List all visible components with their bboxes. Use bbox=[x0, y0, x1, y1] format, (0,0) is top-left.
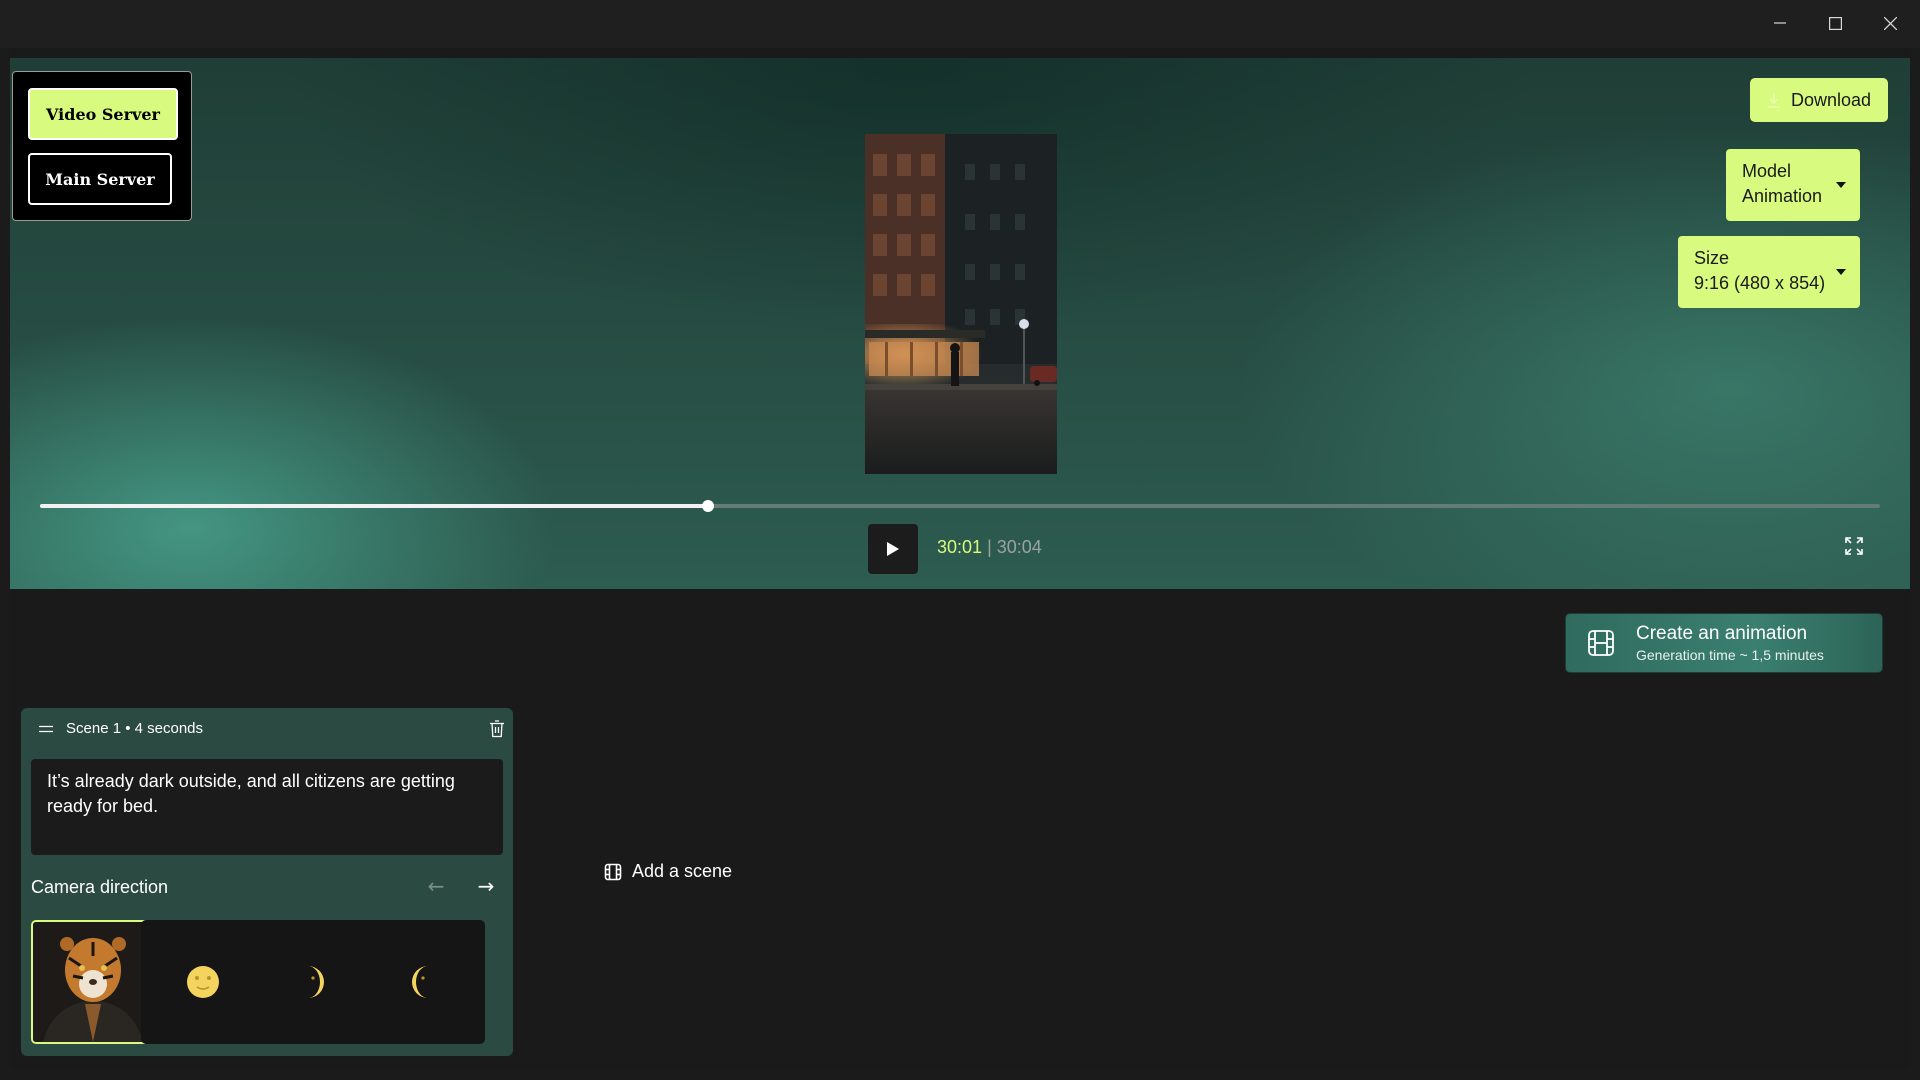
scene-description-input[interactable]: It’s already dark outside, and all citiz… bbox=[31, 759, 503, 855]
download-button[interactable]: Download bbox=[1750, 78, 1888, 122]
fullscreen-icon bbox=[1845, 537, 1863, 555]
video-preview-panel: Video Server Main Server Download Model … bbox=[10, 58, 1910, 589]
camera-direction-carousel bbox=[31, 920, 513, 1046]
video-frame bbox=[865, 134, 1057, 474]
minimize-icon bbox=[1774, 22, 1786, 24]
camera-option-full-moon[interactable] bbox=[141, 920, 265, 1044]
time-display: 30:01 | 30:04 bbox=[937, 537, 1042, 558]
last-quarter-moon-face-icon bbox=[412, 966, 428, 998]
camera-option-tiger[interactable] bbox=[31, 920, 155, 1044]
first-quarter-moon-face-icon bbox=[308, 966, 324, 998]
add-scene-label: Add a scene bbox=[632, 861, 733, 881]
current-time: 30:01 bbox=[937, 537, 983, 557]
app-window: Video Server Main Server Download Model … bbox=[10, 48, 1910, 1070]
full-moon-face-icon bbox=[187, 966, 219, 998]
server-switcher: Video Server Main Server bbox=[12, 71, 192, 221]
camera-option-quarter-moon[interactable] bbox=[251, 920, 375, 1044]
play-button[interactable] bbox=[868, 524, 918, 574]
model-select-value: Animation bbox=[1742, 186, 1823, 206]
scene-card: Scene 1 • 4 seconds It’s already dark ou… bbox=[21, 708, 513, 1056]
download-label: Download bbox=[1790, 89, 1872, 110]
maximize-icon bbox=[1828, 16, 1842, 30]
drag-handle-icon[interactable] bbox=[39, 725, 53, 733]
add-scene-button[interactable]: Add a scene bbox=[604, 861, 732, 882]
tiger-portrait-icon bbox=[33, 922, 153, 1042]
previous-arrow-button[interactable]: ← bbox=[424, 874, 448, 898]
video-server-button[interactable]: Video Server bbox=[28, 88, 178, 140]
size-select-label: Size bbox=[1694, 248, 1730, 268]
scene-header: Scene 1 • 4 seconds bbox=[21, 708, 513, 750]
model-select[interactable]: Model Animation bbox=[1726, 149, 1860, 221]
timeline-handle[interactable] bbox=[701, 500, 714, 512]
size-select-value: 9:16 (480 x 854) bbox=[1694, 273, 1826, 293]
camera-direction-label: Camera direction bbox=[31, 877, 169, 897]
film-add-icon bbox=[604, 863, 622, 880]
next-arrow-button[interactable]: → bbox=[474, 874, 498, 898]
chevron-down-icon bbox=[1836, 182, 1846, 188]
time-separator: | bbox=[987, 537, 992, 557]
create-animation-title: Create an animation bbox=[1636, 623, 1808, 644]
title-bar bbox=[0, 0, 1920, 48]
model-select-label: Model bbox=[1742, 161, 1792, 181]
create-animation-button[interactable]: Create an animation Generation time ~ 1,… bbox=[1565, 613, 1883, 673]
trash-icon[interactable] bbox=[489, 720, 505, 738]
film-icon bbox=[1588, 630, 1614, 656]
fullscreen-button[interactable] bbox=[1842, 534, 1866, 558]
generation-time-text: Generation time ~ 1,5 minutes bbox=[1636, 647, 1824, 663]
total-time: 30:04 bbox=[996, 537, 1042, 557]
arrow-right-icon: → bbox=[477, 874, 495, 898]
size-select[interactable]: Size 9:16 (480 x 854) bbox=[1678, 236, 1860, 308]
camera-option-last-quarter-moon[interactable] bbox=[361, 920, 485, 1044]
arrow-left-icon: ← bbox=[427, 874, 445, 898]
timeline-progress bbox=[40, 504, 708, 508]
maximize-window-button[interactable] bbox=[1807, 0, 1863, 46]
main-server-button[interactable]: Main Server bbox=[28, 153, 172, 205]
chevron-down-icon bbox=[1836, 269, 1846, 275]
minimize-window-button[interactable] bbox=[1752, 0, 1808, 46]
play-icon bbox=[887, 542, 899, 556]
close-window-button[interactable] bbox=[1862, 0, 1918, 46]
scene-title: Scene 1 • 4 seconds bbox=[66, 720, 204, 737]
close-icon bbox=[1883, 16, 1897, 30]
download-icon bbox=[1767, 93, 1780, 108]
timeline-slider[interactable] bbox=[40, 500, 1880, 512]
